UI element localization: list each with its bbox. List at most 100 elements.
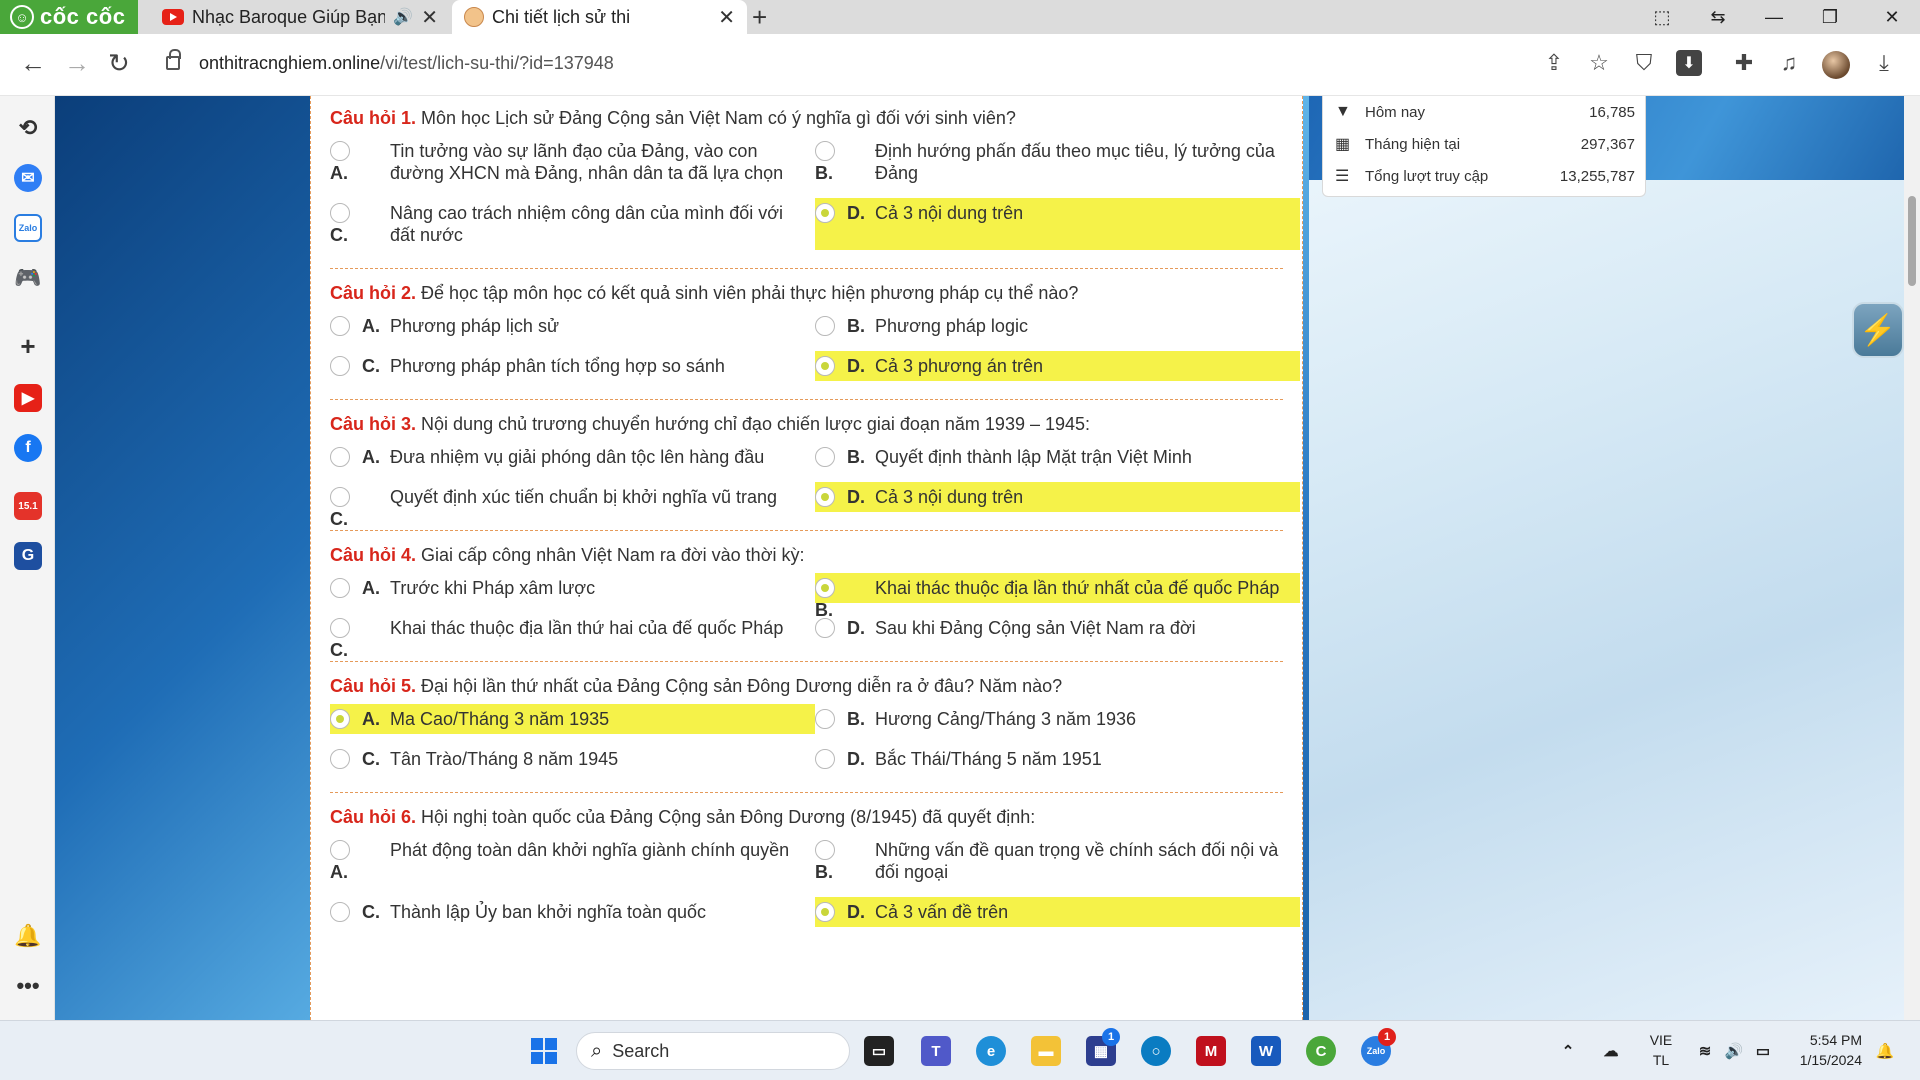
radio-button[interactable] bbox=[330, 141, 350, 161]
answer-option[interactable]: B. Phương pháp logic bbox=[815, 311, 1300, 341]
add-sidebar-item-icon[interactable]: + bbox=[14, 331, 42, 361]
radio-button[interactable] bbox=[330, 356, 350, 376]
answer-option[interactable]: B. Khai thác thuộc địa lần thứ nhất của đ… bbox=[815, 573, 1300, 620]
onedrive-icon[interactable]: ☁ bbox=[1596, 1036, 1626, 1066]
answer-option[interactable]: C. Tân Trào/Tháng 8 năm 1945 bbox=[330, 744, 815, 774]
radio-button[interactable] bbox=[330, 749, 350, 769]
zalo-icon[interactable]: Zalo bbox=[14, 214, 42, 242]
screenshot-icon[interactable]: ⬚ bbox=[1634, 0, 1690, 34]
scroll-thumb[interactable] bbox=[1908, 196, 1916, 286]
notification-center-icon[interactable]: 🔔 bbox=[1870, 1036, 1900, 1066]
notification-bell-icon[interactable]: 🔔 bbox=[14, 922, 42, 950]
answer-option[interactable]: B. Quyết định thành lập Mặt trận Việt Min… bbox=[815, 442, 1300, 472]
radio-button[interactable] bbox=[815, 749, 835, 769]
restore-button[interactable]: ❐ bbox=[1802, 0, 1858, 34]
answer-option[interactable]: A. Đưa nhiệm vụ giải phóng dân tộc lên hà… bbox=[330, 442, 815, 472]
answer-option[interactable]: A. Trước khi Pháp xâm lược bbox=[330, 573, 815, 603]
close-tab-icon[interactable]: ✕ bbox=[421, 5, 438, 30]
windows-start-icon[interactable] bbox=[529, 1036, 559, 1066]
word-icon[interactable]: W bbox=[1251, 1036, 1281, 1066]
answer-option[interactable]: A. Ma Cao/Tháng 3 năm 1935 bbox=[330, 704, 815, 734]
back-button[interactable]: ← bbox=[20, 48, 46, 79]
radio-button[interactable] bbox=[815, 902, 835, 922]
bookmark-star-icon[interactable]: ☆ bbox=[1586, 50, 1612, 76]
task-view-icon[interactable]: ▭ bbox=[864, 1036, 894, 1066]
shield-icon[interactable]: ⛉ bbox=[1631, 50, 1657, 76]
radio-button[interactable] bbox=[815, 356, 835, 376]
answer-option[interactable]: A. Tin tưởng vào sự lãnh đạo của Đảng, và… bbox=[330, 136, 815, 188]
radio-button[interactable] bbox=[330, 840, 350, 860]
page-scrollbar[interactable] bbox=[1904, 96, 1920, 1020]
answer-option[interactable]: A. Phát động toàn dân khởi nghĩa giành ch… bbox=[330, 835, 815, 887]
radio-button[interactable] bbox=[815, 578, 835, 598]
audio-playing-icon[interactable]: 🔊 bbox=[393, 7, 413, 27]
reload-button[interactable]: ↻ bbox=[108, 48, 130, 79]
edge-icon[interactable]: e bbox=[976, 1036, 1006, 1066]
radio-button[interactable] bbox=[815, 487, 835, 507]
new-tab-button[interactable]: + bbox=[752, 2, 767, 33]
mcafee-icon[interactable]: M bbox=[1196, 1036, 1226, 1066]
answer-option[interactable]: D. Cả 3 phương án trên bbox=[815, 351, 1300, 381]
youtube-sidebar-icon[interactable]: ▶ bbox=[14, 384, 42, 412]
tab-search-icon[interactable]: ⇆ bbox=[1690, 0, 1746, 34]
battery-icon[interactable]: ▭ bbox=[1748, 1036, 1778, 1066]
answer-option[interactable]: D. Bắc Thái/Tháng 5 năm 1951 bbox=[815, 744, 1300, 774]
answer-option[interactable]: C. Khai thác thuộc địa lần thứ hai của đế… bbox=[330, 613, 815, 660]
show-hidden-icons-icon[interactable]: ⌃ bbox=[1553, 1036, 1583, 1066]
url-field[interactable]: onthitracnghiem.online/vi/test/lich-su-t… bbox=[199, 53, 614, 74]
answer-option[interactable]: D. Cả 3 nội dung trên bbox=[815, 482, 1300, 512]
radio-button[interactable] bbox=[330, 316, 350, 336]
radio-button[interactable] bbox=[815, 840, 835, 860]
file-explorer-icon[interactable]: ▬ bbox=[1031, 1036, 1061, 1066]
cortana-icon[interactable]: ○ bbox=[1141, 1036, 1171, 1066]
extensions-icon[interactable]: ✚ bbox=[1731, 50, 1757, 76]
radio-button[interactable] bbox=[815, 203, 835, 223]
radio-button[interactable] bbox=[330, 203, 350, 223]
profile-avatar[interactable] bbox=[1822, 51, 1850, 79]
share-icon[interactable]: ⇪ bbox=[1541, 50, 1567, 76]
radio-button[interactable] bbox=[330, 578, 350, 598]
radio-button[interactable] bbox=[330, 487, 350, 507]
radio-button[interactable] bbox=[815, 447, 835, 467]
shopping-icon[interactable]: 15.1 bbox=[14, 492, 42, 520]
floating-app-button[interactable]: ⚡ bbox=[1852, 302, 1904, 358]
facebook-icon[interactable]: f bbox=[14, 434, 42, 462]
radio-button[interactable] bbox=[815, 141, 835, 161]
answer-option[interactable]: B. Những vấn đề quan trọng về chính sách … bbox=[815, 835, 1300, 887]
coccoc-menu-button[interactable]: ☺ cốc cốc bbox=[0, 0, 138, 34]
wifi-icon[interactable]: ≋ bbox=[1690, 1036, 1720, 1066]
close-tab-icon[interactable]: ✕ bbox=[718, 5, 735, 30]
history-icon[interactable]: ⟲ bbox=[14, 114, 42, 142]
radio-button[interactable] bbox=[330, 618, 350, 638]
answer-option[interactable]: D. Sau khi Đảng Cộng sản Việt Nam ra đời bbox=[815, 613, 1300, 643]
radio-button[interactable] bbox=[330, 709, 350, 729]
answer-option[interactable]: D. Cả 3 vấn đề trên bbox=[815, 897, 1300, 927]
answer-option[interactable]: B. Hương Cảng/Tháng 3 năm 1936 bbox=[815, 704, 1300, 734]
teams-icon[interactable]: T bbox=[921, 1036, 951, 1066]
answer-option[interactable]: A. Phương pháp lịch sử bbox=[330, 311, 815, 341]
answer-option[interactable]: C. Quyết định xúc tiến chuẩn bị khởi nghĩ… bbox=[330, 482, 815, 529]
radio-button[interactable] bbox=[815, 618, 835, 638]
more-icon[interactable]: ••• bbox=[14, 972, 42, 1000]
lock-icon[interactable] bbox=[166, 49, 181, 70]
volume-icon[interactable]: 🔊 bbox=[1719, 1036, 1749, 1066]
answer-option[interactable]: B. Định hướng phấn đấu theo mục tiêu, lý … bbox=[815, 136, 1300, 188]
radio-button[interactable] bbox=[330, 902, 350, 922]
language-indicator[interactable]: VIE TL bbox=[1643, 1030, 1679, 1070]
music-list-icon[interactable]: ♫ bbox=[1776, 50, 1802, 76]
answer-option[interactable]: D. Cả 3 nội dung trên bbox=[815, 198, 1300, 250]
forward-button[interactable]: → bbox=[64, 48, 90, 79]
close-window-button[interactable]: ✕ bbox=[1864, 0, 1920, 34]
system-clock[interactable]: 5:54 PM 1/15/2024 bbox=[1782, 1030, 1862, 1070]
coccoc-taskbar-icon[interactable]: C bbox=[1306, 1036, 1336, 1066]
game-icon[interactable]: 🎮 bbox=[14, 264, 42, 292]
download-manager-icon[interactable]: ⬇ bbox=[1676, 50, 1702, 76]
answer-option[interactable]: C. Nâng cao trách nhiệm công dân của mình… bbox=[330, 198, 815, 250]
tab-youtube[interactable]: Nhạc Baroque Giúp Bạn T 🔊 ✕ bbox=[150, 0, 450, 34]
radio-button[interactable] bbox=[815, 316, 835, 336]
messenger-icon[interactable]: ✉ bbox=[14, 164, 42, 192]
minimize-button[interactable]: — bbox=[1746, 0, 1802, 34]
downloads-icon[interactable]: ⤓ bbox=[1871, 50, 1897, 76]
answer-option[interactable]: C. Phương pháp phân tích tổng hợp so sánh bbox=[330, 351, 815, 381]
taskbar-search[interactable]: ⌕ Search bbox=[576, 1032, 850, 1070]
